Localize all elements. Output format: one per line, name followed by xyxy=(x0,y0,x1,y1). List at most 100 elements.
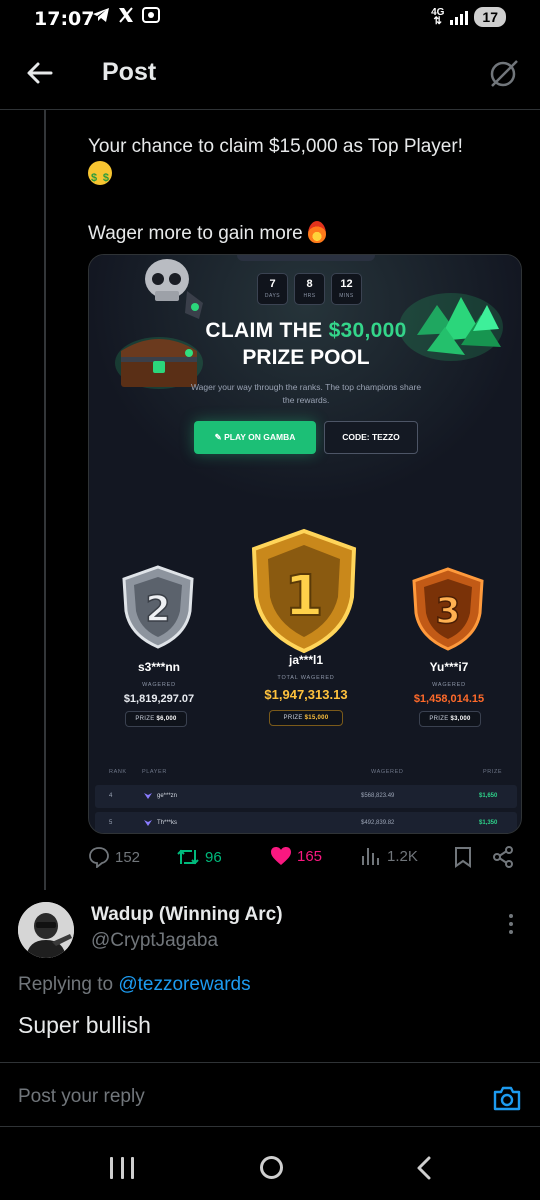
view-count: 1.2K xyxy=(387,847,418,865)
reply-author-name[interactable]: Wadup (Winning Arc) xyxy=(91,904,283,926)
timer-days: 7 DAYS xyxy=(257,273,288,305)
tweet-action-bar: 152 96 165 1.2K xyxy=(88,846,528,874)
timer-hours: 8 HRS xyxy=(294,273,325,305)
like-count: 165 xyxy=(297,847,323,865)
row-prize: $1,650 xyxy=(479,793,498,799)
claim-heading: CLAIM THE $30,000 xyxy=(205,319,407,342)
reply-input[interactable]: Post your reply xyxy=(18,1086,145,1108)
row-player: Th***ks xyxy=(157,820,178,826)
recent-apps-icon[interactable] xyxy=(110,1157,134,1179)
svg-text:3: 3 xyxy=(435,591,460,632)
play-icon: ✎ xyxy=(214,432,225,442)
bookmark-icon xyxy=(455,847,471,868)
timer-minutes: 12 MINS xyxy=(331,273,362,305)
play-on-gamba-button: ✎ PLAY ON GAMBA xyxy=(194,421,316,454)
network-type: 4G ⇅ xyxy=(431,7,445,27)
row-rank: 4 xyxy=(109,793,113,799)
rank-3-wagered-amount: $1,458,014.15 xyxy=(413,693,485,705)
share-button[interactable] xyxy=(492,846,514,868)
row-rank: 5 xyxy=(109,820,113,826)
rank-3-bronze-badge-icon: 3 xyxy=(406,565,490,653)
rank-2-wagered-amount: $1,819,297.07 xyxy=(123,693,195,705)
rank-3-prize-badge: PRIZE $3,000 xyxy=(419,711,481,727)
col-rank: RANK xyxy=(109,769,127,775)
nav-back-icon[interactable] xyxy=(414,1155,434,1181)
fire-emoji-icon xyxy=(308,221,326,243)
rank-2-player-name: s3***nn xyxy=(137,660,181,674)
svg-text:2: 2 xyxy=(145,589,170,630)
media-subtitle: Wager your way through the ranks. The to… xyxy=(190,382,422,405)
system-indicators: 4G ⇅ 17 xyxy=(431,7,506,27)
rank-3-player-name: Yu***i7 xyxy=(429,660,469,674)
status-bar: 17:07 4G ⇅ 17 xyxy=(0,0,540,40)
signal-icon xyxy=(450,9,469,25)
heart-icon xyxy=(271,847,291,865)
views-chart-icon xyxy=(362,848,379,865)
rank-1-gold-badge-icon: 1 xyxy=(242,527,366,657)
composer-bottom-divider xyxy=(0,1126,540,1127)
reply-icon xyxy=(89,847,109,868)
home-icon[interactable] xyxy=(260,1156,283,1179)
reply-text: Super bullish xyxy=(18,1012,151,1038)
rank-chevron-icon xyxy=(144,793,152,799)
page-title: Post xyxy=(102,58,157,86)
back-arrow-icon[interactable] xyxy=(24,57,56,89)
reply-button[interactable]: 152 xyxy=(88,846,140,868)
svg-text:1: 1 xyxy=(285,564,324,629)
row-prize: $1,350 xyxy=(479,820,498,826)
header-divider xyxy=(0,109,540,110)
views-button[interactable]: 1.2K xyxy=(360,846,418,866)
rank-1-player-name: ja***l1 xyxy=(288,653,324,667)
reply-author-handle[interactable]: @CryptJagaba xyxy=(91,930,218,952)
col-prize: PRIZE xyxy=(483,769,503,775)
tweet-media-image[interactable]: 7 DAYS 8 HRS 12 MINS CLAIM THE $30,000 PRIZ… xyxy=(88,254,522,834)
reply-count: 152 xyxy=(115,848,141,866)
rank-3-wagered-label: WAGERED xyxy=(432,682,466,688)
like-button[interactable]: 165 xyxy=(270,846,322,866)
countdown-timer: 7 DAYS 8 HRS 12 MINS xyxy=(257,273,362,305)
rank-2-silver-badge-icon: 2 xyxy=(116,563,200,651)
rank-1-prize-badge: PRIZE $15,000 xyxy=(269,710,343,726)
prize-pool-amount: $30,000 xyxy=(328,319,407,342)
x-logo-icon xyxy=(118,7,134,28)
prize-pool-heading: PRIZE POOL xyxy=(242,346,370,369)
repost-button[interactable]: 96 xyxy=(176,846,222,868)
camera-icon[interactable] xyxy=(492,1084,522,1112)
share-icon xyxy=(493,846,513,868)
thread-line xyxy=(44,110,46,890)
tweet-text: Your chance to claim $15,000 as Top Play… xyxy=(88,132,518,248)
table-row: 4 ge***zn $568,823.49 $1,650 xyxy=(95,785,517,808)
media-top-bar xyxy=(237,255,375,261)
grok-icon[interactable] xyxy=(488,57,520,89)
col-player: PLAYER xyxy=(142,769,167,775)
leaderboard-header: RANK PLAYER WAGERED PRIZE xyxy=(89,769,521,781)
col-wagered: WAGERED xyxy=(371,769,404,775)
rank-chevron-icon xyxy=(144,820,152,826)
notification-icons xyxy=(92,7,160,28)
tweet-line-2: Wager more to gain more xyxy=(88,223,303,244)
rank-2-wagered-label: WAGERED xyxy=(142,682,176,688)
telegram-icon xyxy=(92,7,110,28)
rank-1-wagered-amount: $1,947,313.13 xyxy=(264,687,348,702)
tweet-line-1: Your chance to claim $15,000 as Top Play… xyxy=(88,136,463,157)
skull-illustration-icon xyxy=(137,255,209,323)
row-wagered: $492,839.82 xyxy=(361,820,395,826)
promo-code-button: CODE: TEZZO xyxy=(324,421,418,454)
avatar[interactable] xyxy=(18,902,74,958)
row-wagered: $568,823.49 xyxy=(361,793,395,799)
more-options-icon[interactable] xyxy=(506,914,516,938)
money-mouth-emoji-icon xyxy=(88,161,112,193)
rank-2-prize-badge: PRIZE $6,000 xyxy=(125,711,187,727)
post-header: Post xyxy=(0,45,540,101)
repost-icon xyxy=(177,849,199,865)
bookmark-button[interactable] xyxy=(454,846,472,868)
rank-1-wagered-label: TOTAL WAGERED xyxy=(277,675,335,681)
repost-count: 96 xyxy=(205,848,222,866)
replying-to-link[interactable]: @tezzorewards xyxy=(118,974,250,995)
composer-divider xyxy=(0,1062,540,1063)
screenshot-icon xyxy=(142,7,160,28)
row-player: ge***zn xyxy=(157,793,178,799)
table-row: 5 Th***ks $492,839.82 $1,350 xyxy=(95,812,517,833)
replying-to: Replying to @tezzorewards xyxy=(18,974,251,995)
battery-indicator: 17 xyxy=(474,7,506,27)
